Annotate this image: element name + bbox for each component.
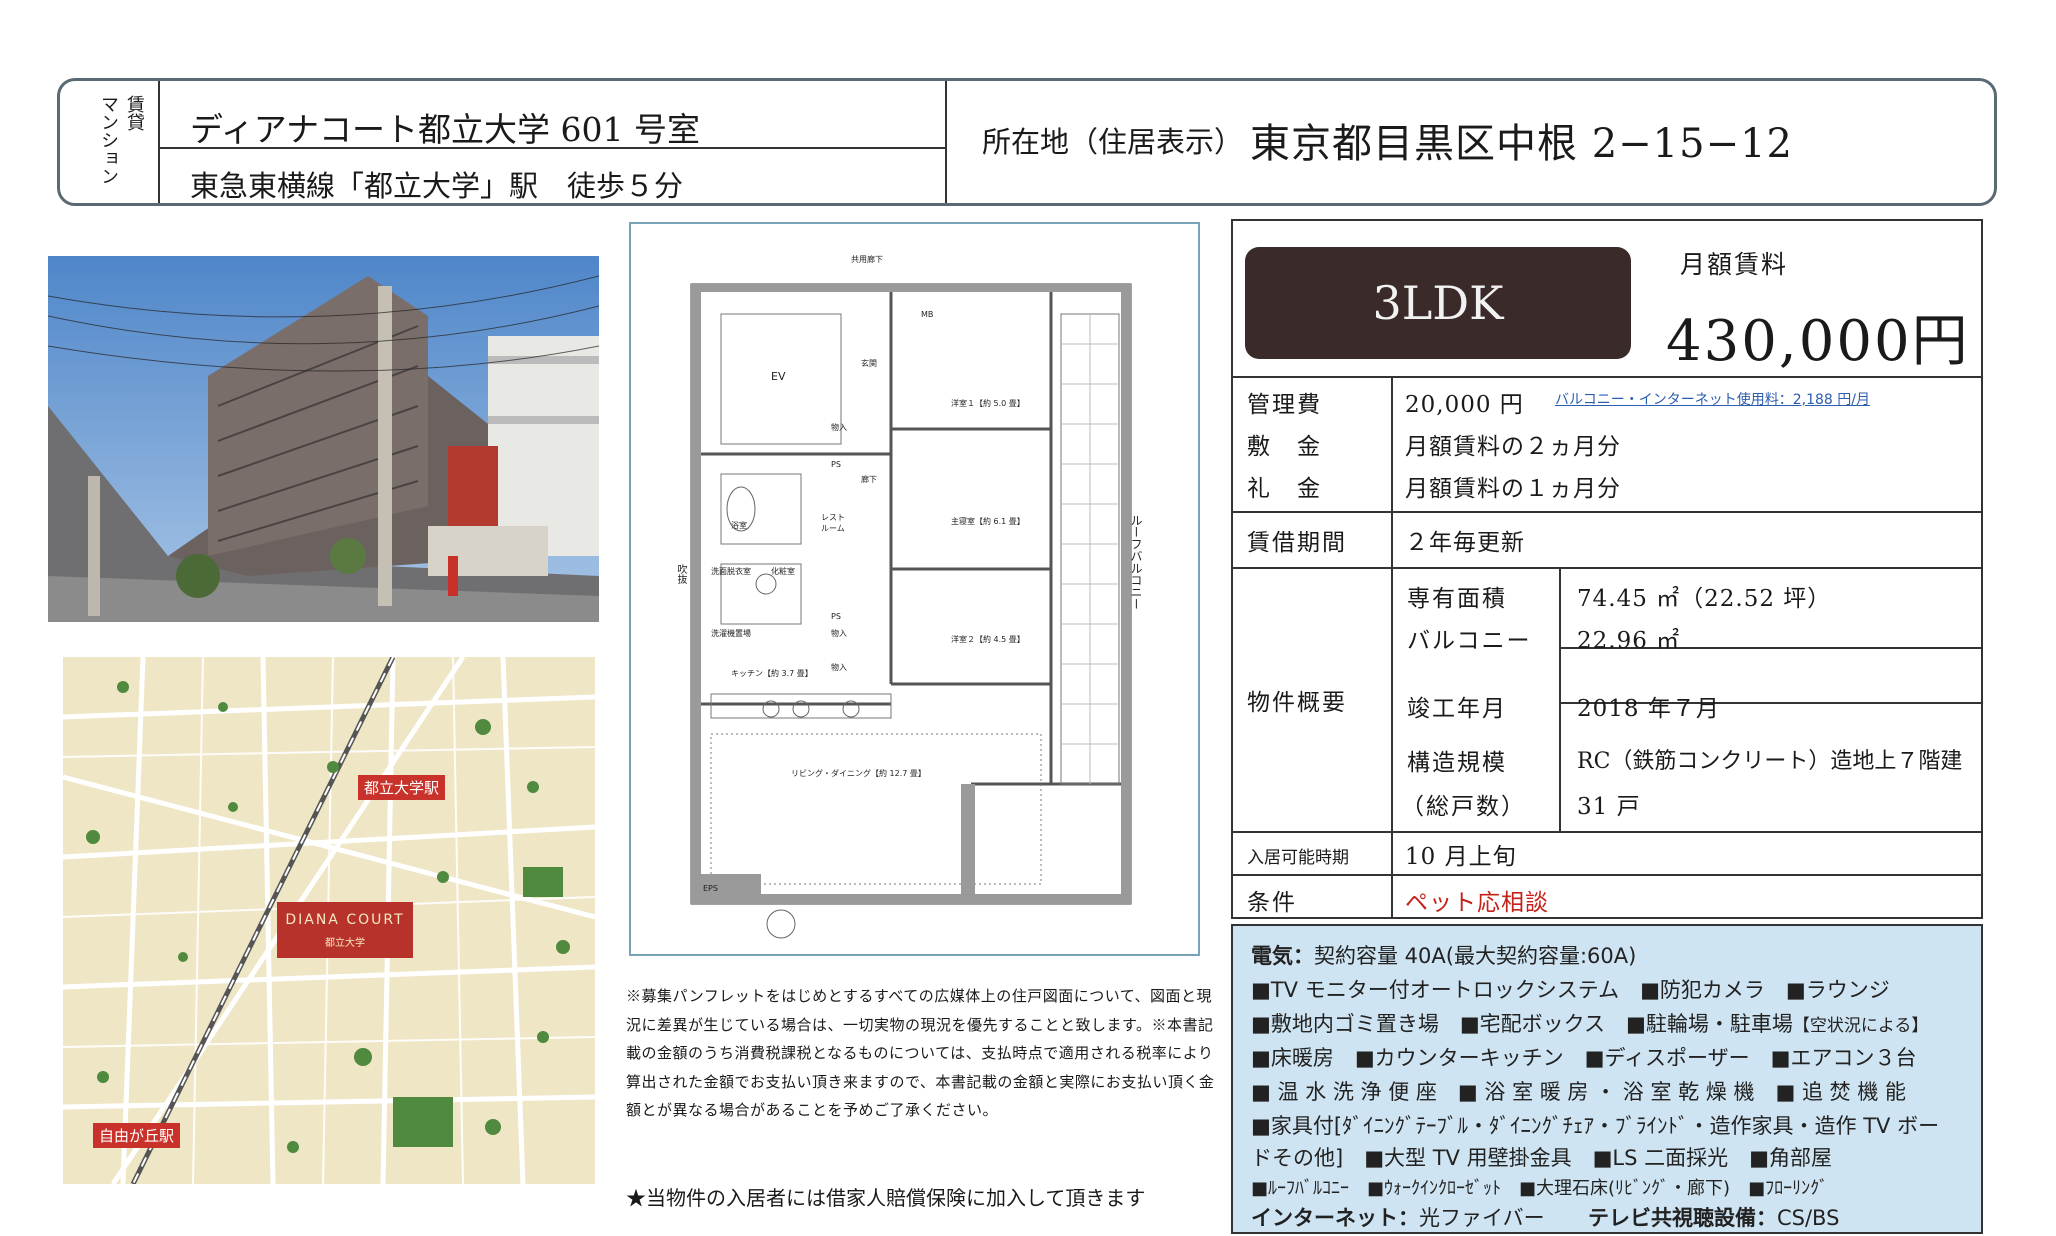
plan-label: 化粧室 — [771, 567, 795, 576]
plan-label: キッチン【約 3.7 畳】 — [731, 669, 813, 678]
balcony-label: バルコニー — [1407, 628, 1532, 654]
disclaimer-notes: ※募集パンフレットをはじめとするすべての広媒体上の住戸図面について、図面と現況に… — [626, 987, 1215, 1119]
plan-label: MB — [921, 310, 934, 319]
plan-label: 洗面脱衣室 — [711, 567, 751, 576]
deposit-value: 月額賃料の２ヵ月分 — [1405, 434, 1621, 460]
conditions-value: ペット応相談 — [1405, 890, 1549, 916]
station-label-bottom: 自由が丘駅 — [93, 1123, 181, 1148]
plan-label: PS — [831, 612, 841, 621]
deposit-label: 敷 金 — [1247, 434, 1322, 460]
area-value: 74.45 ㎡（22.52 坪） — [1577, 586, 1832, 612]
layout-badge: 3LDK — [1245, 247, 1631, 359]
move-in-label: 入居可能時期 — [1247, 848, 1349, 868]
tv-value: CS/BS — [1776, 1206, 1840, 1230]
building-marker-sublabel: 都立大学 — [325, 938, 365, 949]
building-location-marker: DIANA COURT 都立大学 — [277, 902, 413, 958]
internet-label: インターネット： — [1251, 1206, 1419, 1230]
rent-label: 月額賃料 — [1680, 250, 1789, 279]
building-photo-illustration — [48, 256, 599, 622]
plan-label: 洗濯機置場 — [711, 629, 751, 638]
table-divider — [1391, 376, 1393, 919]
plan-label: EPS — [703, 884, 718, 893]
area-label: 専有面積 — [1407, 586, 1507, 612]
electricity-row: 電気：契約容量 40A(最大契約容量:60A) — [1251, 940, 1636, 970]
table-divider — [1233, 874, 1983, 876]
amenity-line: ■TV モニター付オートロックシステム ■防犯カメラ ■ラウンジ — [1251, 978, 1890, 1002]
area-map: 都立大学駅 自由が丘駅 DIANA COURT 都立大学 — [63, 657, 595, 1184]
mgmt-fee-value: 20,000 円 — [1405, 392, 1524, 418]
plan-label: 物入 — [831, 663, 847, 672]
plan-label: PS — [831, 460, 841, 469]
station-access: 東急東横線「都立大学」駅 徒歩５分 — [190, 169, 684, 203]
move-in-value: 10 月上旬 — [1405, 844, 1517, 870]
insurance-note: ★当物件の入居者には借家人賠償保険に加入して頂きます — [626, 1186, 1146, 1210]
units-value: 31 戸 — [1577, 794, 1641, 820]
structure-label: 構造規模 — [1407, 750, 1507, 776]
structure-value: RC（鉄筋コンクリート）造地上７階建 — [1577, 749, 1963, 774]
property-header: 賃貸 マンション ディアナコート都立大学 601 号室 東急東横線「都立大学」駅… — [57, 78, 1997, 206]
built-date-label: 竣工年月 — [1407, 696, 1507, 722]
category-line-1: 賃貸 — [124, 95, 145, 131]
units-label: （総戸数） — [1401, 794, 1526, 820]
station-label-top: 都立大学駅 — [358, 775, 446, 800]
plan-label: ルーフバルコニー — [1129, 514, 1143, 610]
plan-label: レスト ルーム — [821, 513, 845, 533]
plan-label: 浴室 — [731, 521, 747, 530]
internet-value: 光ファイバー — [1419, 1206, 1545, 1230]
telecom-row: インターネット：光ファイバー テレビ共視聴設備：CS/BS — [1251, 1202, 1839, 1232]
building-name: ディアナコート都立大学 601 号室 — [190, 110, 700, 149]
plan-label: 吹抜 — [675, 564, 686, 584]
plan-label: 物入 — [831, 629, 847, 638]
plan-label: 玄関 — [861, 359, 877, 368]
electricity-label: 電気： — [1251, 944, 1314, 968]
plan-label: 廊下 — [861, 475, 877, 484]
table-divider — [1559, 567, 1561, 831]
category-line-2: マンション — [98, 95, 119, 185]
plan-label: 洋室１【約 5.0 畳】 — [951, 399, 1025, 408]
lease-term-value: ２年毎更新 — [1405, 530, 1525, 556]
table-divider — [1233, 376, 1983, 378]
table-divider — [1233, 511, 1983, 513]
amenity-line: ■ 温 水 洗 浄 便 座 ■ 浴 室 暖 房 ・ 浴 室 乾 燥 機 ■ 追 … — [1251, 1080, 1907, 1104]
plan-label: 共用廊下 — [851, 255, 883, 264]
floor-plan: 共用廊下 EV MB PS PS 玄関 物入 廊下 レスト ルーム 浴室 洗面脱… — [629, 222, 1200, 956]
electricity-value: 契約容量 40A(最大契約容量:60A) — [1314, 944, 1637, 968]
table-divider — [1233, 831, 1983, 833]
amenity-line: ■家具付[ﾀﾞｲﾆﾝｸﾞﾃｰﾌﾞﾙ・ﾀﾞｲﾆﾝｸﾞﾁｪｱ・ﾌﾞﾗｲﾝﾄﾞ・造作家… — [1251, 1114, 1940, 1138]
balcony-value: 22.96 ㎡ — [1577, 628, 1681, 654]
amenity-line: ドその他] ■大型 TV 用壁掛金具 ■LS 二面採光 ■角部屋 — [1251, 1146, 1832, 1170]
property-summary-table: 3LDK 月額賃料 430,000円 管理費 20,000 円 バルコニー・イン… — [1231, 219, 1983, 919]
amenity-line: ■ﾙｰﾌﾊﾞﾙｺﾆｰ ■ｳｫｰｸｲﾝｸﾛｰｾﾞｯﾄ ■大理石床(ﾘﾋﾞﾝｸﾞ・廊… — [1251, 1178, 1829, 1199]
floor-plan-drawing — [690, 283, 1132, 939]
amenity-text: ■敷地内ゴミ置き場 ■宅配ボックス ■駐輪場・駐車場 — [1251, 1012, 1793, 1036]
amenity-line: ■床暖房 ■カウンターキッチン ■ディスポーザー ■エアコン３台 — [1251, 1046, 1917, 1070]
plan-label: リビング・ダイニング【約 12.7 畳】 — [791, 769, 926, 778]
rent-amount: 430,000円 — [1666, 309, 1970, 374]
building-marker-label: DIANA COURT — [285, 912, 405, 928]
internet-fee-note: バルコニー・インターネット使用料：2,188 円/月 — [1555, 392, 1870, 408]
lease-term-label: 賃借期間 — [1247, 530, 1347, 556]
plan-label: 主寝室【約 6.1 畳】 — [951, 517, 1025, 526]
built-date-value: 2018 年７月 — [1577, 696, 1720, 722]
plan-label: 洋室２【約 4.5 畳】 — [951, 635, 1025, 644]
tv-label: テレビ共視聴設備： — [1587, 1206, 1777, 1230]
address: 東京都目黒区中根 2−15−12 — [1250, 121, 1793, 167]
plan-label: 物入 — [831, 423, 847, 432]
amenities-box: 電気：契約容量 40A(最大契約容量:60A) ■TV モニター付オートロックシ… — [1231, 924, 1983, 1234]
mgmt-fee-label: 管理費 — [1247, 392, 1322, 418]
category-label: 賃貸 マンション — [60, 81, 160, 203]
building-photo — [48, 256, 599, 622]
key-money-value: 月額賃料の１ヵ月分 — [1405, 476, 1621, 502]
table-divider — [1233, 567, 1983, 569]
overview-label: 物件概要 — [1247, 690, 1347, 716]
conditions-label: 条件 — [1247, 890, 1297, 916]
header-divider — [945, 81, 947, 203]
amenity-line: ■敷地内ゴミ置き場 ■宅配ボックス ■駐輪場・駐車場【空状況による】 — [1251, 1008, 1928, 1038]
amenity-availability-note: 【空状況による】 — [1792, 1016, 1929, 1036]
key-money-label: 礼 金 — [1247, 476, 1322, 502]
address-label: 所在地（住居表示） — [982, 125, 1244, 159]
plan-label: EV — [771, 370, 786, 383]
